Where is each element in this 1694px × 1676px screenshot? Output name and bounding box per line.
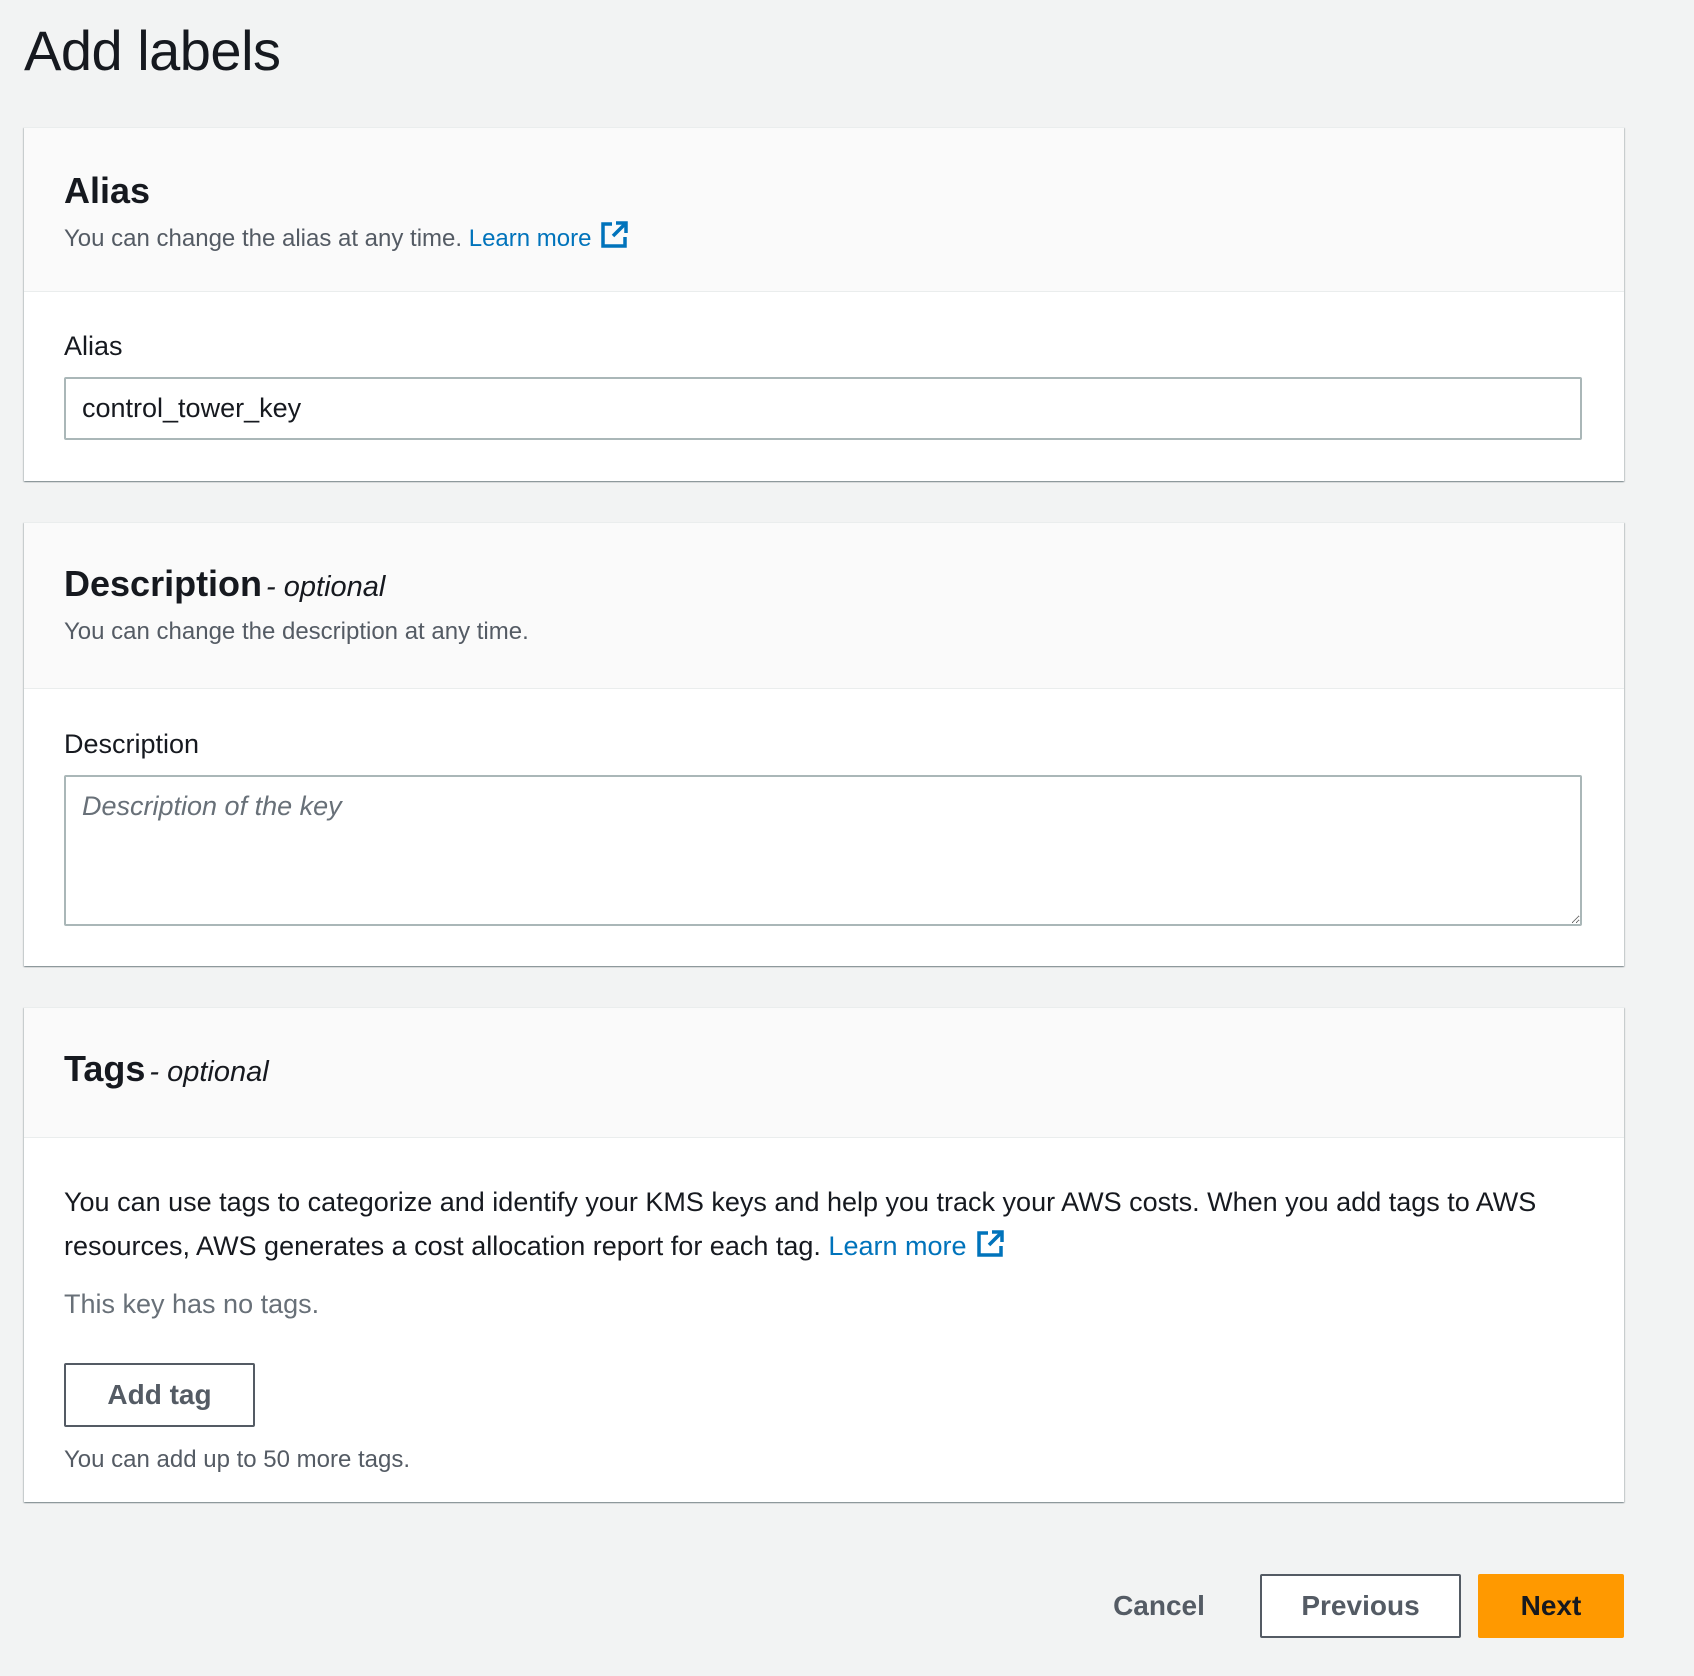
alias-field-label: Alias bbox=[64, 331, 123, 361]
previous-button[interactable]: Previous bbox=[1260, 1574, 1461, 1638]
alias-header: Alias bbox=[64, 170, 150, 212]
alias-learn-more-text[interactable]: Learn more bbox=[469, 225, 592, 252]
tags-optional-text: - optional bbox=[149, 1056, 269, 1088]
description-field-label: Description bbox=[64, 729, 200, 759]
description-container-body: Description bbox=[24, 689, 1624, 967]
description-optional-text: - optional bbox=[266, 571, 386, 603]
tags-container-body: You can use tags to categorize and ident… bbox=[24, 1138, 1624, 1503]
page-title: Add labels bbox=[24, 19, 281, 82]
add-tag-button[interactable]: Add tag bbox=[64, 1363, 255, 1427]
alias-container: Alias You can change the alias at any ti… bbox=[24, 127, 1624, 481]
alias-container-header: Alias You can change the alias at any ti… bbox=[24, 128, 1624, 292]
tags-empty-text: This key has no tags. bbox=[64, 1289, 320, 1319]
cancel-button[interactable]: Cancel bbox=[1100, 1574, 1218, 1638]
alias-description: You can change the alias at any time. Le… bbox=[64, 220, 629, 257]
alias-input[interactable] bbox=[64, 377, 1582, 440]
tags-header-text: Tags bbox=[64, 1048, 146, 1089]
description-description: You can change the description at any ti… bbox=[64, 618, 529, 645]
tags-header: Tags - optional bbox=[64, 1048, 269, 1090]
alias-header-text: Alias bbox=[64, 170, 151, 211]
description-container-header: Description - optional You can change the… bbox=[24, 523, 1624, 689]
description-header: Description - optional bbox=[64, 563, 385, 605]
tags-limit-text: You can add up to 50 more tags. bbox=[64, 1446, 411, 1473]
tags-body-text-content: You can use tags to categorize and ident… bbox=[64, 1187, 1537, 1261]
description-textarea[interactable] bbox=[64, 775, 1582, 926]
alias-container-body: Alias bbox=[24, 292, 1624, 482]
page: Add labels Alias You can change the alia… bbox=[0, 0, 1694, 1676]
tags-container-header: Tags - optional bbox=[24, 1008, 1624, 1138]
external-link-icon[interactable] bbox=[975, 1228, 1005, 1272]
description-container: Description - optional You can change the… bbox=[24, 522, 1624, 966]
tags-learn-more-text[interactable]: Learn more bbox=[828, 1231, 966, 1261]
external-link-icon[interactable] bbox=[599, 220, 629, 257]
next-button[interactable]: Next bbox=[1478, 1574, 1624, 1638]
description-header-text: Description bbox=[64, 563, 263, 604]
tags-learn-more-link[interactable]: Learn more bbox=[828, 1230, 1004, 1261]
alias-description-text: You can change the alias at any time. bbox=[64, 225, 463, 252]
tags-body-text: You can use tags to categorize and ident… bbox=[64, 1180, 1604, 1272]
alias-learn-more-link[interactable]: Learn more bbox=[469, 221, 630, 252]
tags-container: Tags - optional You can use tags to categ… bbox=[24, 1007, 1624, 1502]
